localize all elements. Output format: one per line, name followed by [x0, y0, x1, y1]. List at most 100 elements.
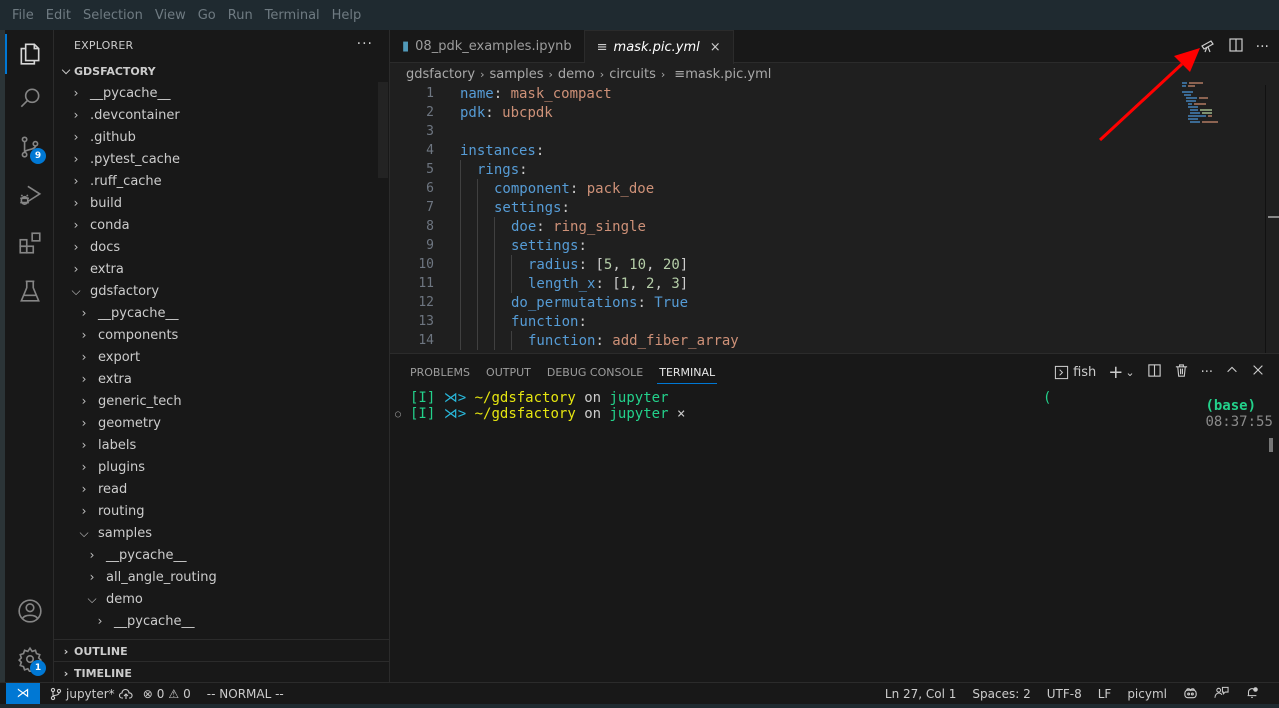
tree-item[interactable]: › __pycache__	[54, 610, 389, 632]
notifications-button[interactable]	[1245, 686, 1259, 703]
activity-accounts[interactable]	[5, 587, 54, 635]
breadcrumb-item[interactable]: gdsfactory	[406, 67, 475, 82]
menu-go[interactable]: Go	[192, 8, 222, 23]
tree-item-label: read	[98, 481, 128, 497]
indent-guide	[477, 312, 478, 331]
panel-more-button[interactable]: ···	[1201, 365, 1213, 380]
split-editor-button[interactable]	[1228, 37, 1244, 57]
tab-mask-pic-yml[interactable]: ≡ mask.pic.yml ×	[584, 30, 734, 64]
tree-item[interactable]: › .github	[54, 126, 389, 148]
menu-file[interactable]: File	[6, 8, 40, 23]
kill-terminal-button[interactable]	[1174, 363, 1189, 382]
line-number: 6	[426, 181, 434, 196]
chevron-right-icon: ›	[81, 416, 87, 430]
tree-item[interactable]: › plugins	[54, 456, 389, 478]
problems-indicator[interactable]: ⊗ 0 ⚠ 0	[143, 687, 191, 701]
breadcrumb-item[interactable]: mask.pic.yml	[685, 67, 771, 82]
tab-terminal[interactable]: TERMINAL	[657, 354, 718, 390]
tree-item[interactable]: › routing	[54, 500, 389, 522]
tree-item-label: .github	[90, 129, 136, 145]
tab-problems[interactable]: PROBLEMS	[410, 354, 470, 390]
tree-item[interactable]: › all_angle_routing	[54, 566, 389, 588]
menu-selection[interactable]: Selection	[77, 8, 149, 23]
tree-item[interactable]: › generic_tech	[54, 390, 389, 412]
line-number: 4	[426, 143, 434, 158]
language-mode[interactable]: picyml	[1127, 687, 1167, 701]
tree-item[interactable]: › .pytest_cache	[54, 148, 389, 170]
line-number: 12	[418, 295, 434, 310]
tree-item[interactable]: › __pycache__	[54, 544, 389, 566]
timeline-section[interactable]: › TIMELINE	[54, 662, 389, 684]
activity-run-debug[interactable]	[5, 171, 54, 219]
menu-help[interactable]: Help	[326, 8, 368, 23]
error-count: 0	[156, 686, 165, 701]
tree-item[interactable]: › build	[54, 192, 389, 214]
breadcrumb-item[interactable]: samples	[489, 67, 543, 82]
editor-scrollbar[interactable]	[1265, 85, 1279, 353]
activity-manage[interactable]: 1	[5, 635, 54, 683]
prompt-path: ~/gdsfactory	[474, 390, 576, 406]
outline-section[interactable]: › OUTLINE	[54, 640, 389, 662]
activity-source-control[interactable]: 9	[5, 123, 54, 171]
tree-item[interactable]: › conda	[54, 214, 389, 236]
new-terminal-button[interactable]: + ⌄	[1108, 362, 1134, 383]
menu-terminal[interactable]: Terminal	[259, 8, 326, 23]
activity-search[interactable]	[5, 74, 54, 122]
tree-item[interactable]: › extra	[54, 368, 389, 390]
remote-button[interactable]: ⋊	[6, 682, 40, 705]
code-editor[interactable]: 1 name: mask_compact 2 pdk: ubcpdk 3 4 instanc…	[390, 84, 1170, 350]
tree-item[interactable]: › __pycache__	[54, 82, 389, 104]
tree-item[interactable]: ⌵ samples	[54, 522, 389, 544]
end-of-line[interactable]: LF	[1098, 687, 1112, 701]
maximize-panel-button[interactable]	[1225, 363, 1239, 381]
scrollbar-thumb[interactable]	[1268, 216, 1279, 218]
line-number: 11	[418, 276, 434, 291]
tree-item[interactable]: › __pycache__	[54, 302, 389, 324]
tree-item[interactable]: › geometry	[54, 412, 389, 434]
breadcrumb-item[interactable]: demo	[558, 67, 595, 82]
tree-item[interactable]: › read	[54, 478, 389, 500]
tree-item-label: plugins	[98, 459, 145, 475]
tree-item[interactable]: ⌵ gdsfactory	[54, 280, 389, 302]
live-share-button[interactable]	[1214, 686, 1229, 703]
tree-item[interactable]: › export	[54, 346, 389, 368]
terminal-scrollbar[interactable]	[1269, 438, 1273, 452]
activity-testing[interactable]	[5, 267, 54, 315]
encoding[interactable]: UTF-8	[1047, 687, 1082, 701]
tree-item[interactable]: › .devcontainer	[54, 104, 389, 126]
copilot-button[interactable]	[1183, 686, 1198, 703]
activity-extensions[interactable]	[5, 219, 54, 267]
menu-view[interactable]: View	[149, 8, 192, 23]
explorer-more-button[interactable]: ···	[357, 36, 373, 52]
tree-item[interactable]: › docs	[54, 236, 389, 258]
minimap[interactable]	[1182, 82, 1242, 182]
terminal-output[interactable]: [I] ⋊> ~/gdsfactory on jupyter ( ○ [I] ⋊…	[390, 390, 1279, 452]
code-line: 5 rings:	[390, 160, 1170, 179]
terminal-selector[interactable]: fish	[1054, 365, 1096, 380]
close-tab-button[interactable]: ×	[710, 40, 721, 55]
breadcrumb-item[interactable]: circuits	[609, 67, 656, 82]
close-panel-button[interactable]	[1251, 363, 1265, 381]
sidebar-scrollbar[interactable]	[378, 82, 388, 178]
activity-explorer[interactable]	[5, 30, 54, 78]
tab-output[interactable]: OUTPUT	[486, 354, 531, 390]
cursor-position[interactable]: Ln 27, Col 1	[885, 687, 957, 701]
tree-item[interactable]: › .ruff_cache	[54, 170, 389, 192]
more-actions-button[interactable]: ···	[1256, 39, 1269, 55]
indentation[interactable]: Spaces: 2	[972, 687, 1030, 701]
workspace-root[interactable]: ⌵ GDSFACTORY	[54, 60, 389, 82]
split-terminal-button[interactable]	[1147, 363, 1162, 382]
tab-debug-console[interactable]: DEBUG CONSOLE	[547, 354, 643, 390]
telescope-button[interactable]	[1200, 37, 1216, 57]
menu-edit[interactable]: Edit	[40, 8, 77, 23]
tree-item[interactable]: › components	[54, 324, 389, 346]
tree-item[interactable]: ⌵ demo	[54, 588, 389, 610]
terminal-line: ○ [I] ⋊> ~/gdsfactory on jupyter × (base…	[395, 398, 1279, 430]
menu-run[interactable]: Run	[222, 8, 259, 23]
indent-guide	[477, 293, 478, 312]
line-number: 7	[426, 200, 434, 215]
branch-indicator[interactable]: jupyter*	[50, 687, 133, 701]
tree-item[interactable]: › labels	[54, 434, 389, 456]
tab-notebook[interactable]: ▮ 08_pdk_examples.ipynb	[390, 30, 585, 63]
tree-item[interactable]: › extra	[54, 258, 389, 280]
